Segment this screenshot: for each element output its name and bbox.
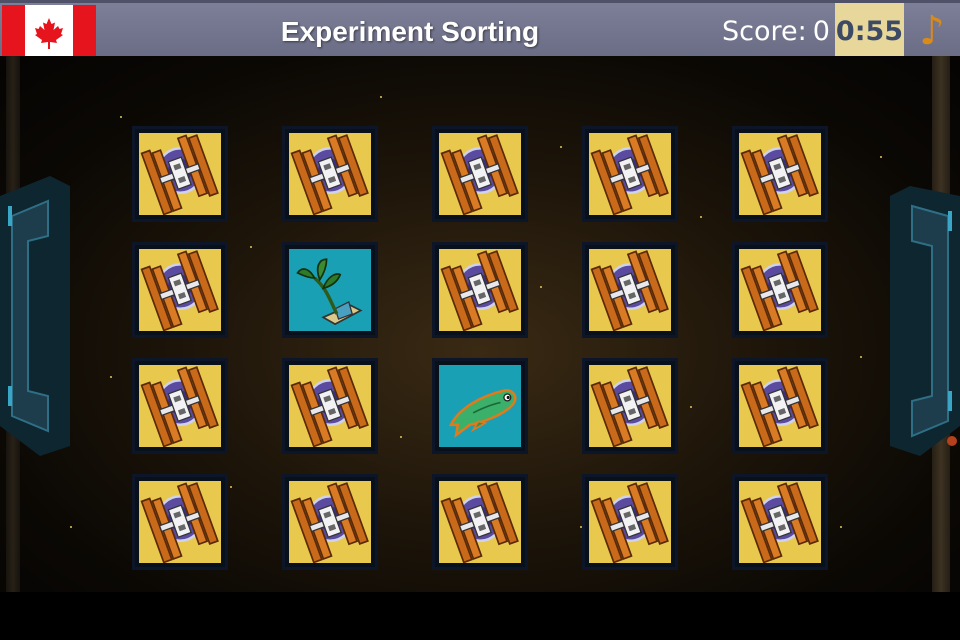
space-station-icon xyxy=(140,250,219,331)
memory-card[interactable] xyxy=(432,126,528,222)
memory-card[interactable] xyxy=(432,358,528,454)
score-label: Score: xyxy=(722,16,807,47)
memory-card[interactable] xyxy=(132,126,228,222)
memory-card[interactable] xyxy=(732,126,828,222)
memory-card[interactable] xyxy=(282,126,378,222)
space-station-icon xyxy=(440,250,519,331)
space-station-icon xyxy=(590,250,669,331)
bottom-strip xyxy=(0,592,960,640)
memory-card[interactable] xyxy=(282,474,378,570)
page-title: Experiment Sorting xyxy=(280,16,540,47)
fish-experiment-icon xyxy=(448,389,517,438)
memory-card[interactable] xyxy=(732,242,828,338)
space-station-icon xyxy=(140,482,219,563)
memory-card[interactable] xyxy=(132,474,228,570)
space-station-icon xyxy=(590,366,669,447)
memory-card[interactable] xyxy=(582,358,678,454)
left-door-frame xyxy=(0,176,70,456)
memory-card[interactable] xyxy=(132,358,228,454)
play-field xyxy=(0,56,960,592)
space-station-icon xyxy=(290,134,369,215)
score-value: 0 xyxy=(812,16,830,47)
memory-card[interactable] xyxy=(432,474,528,570)
space-station-icon xyxy=(440,134,519,215)
space-station-icon xyxy=(440,482,519,563)
space-station-icon xyxy=(590,134,669,215)
space-station-icon xyxy=(740,482,819,563)
space-station-icon xyxy=(740,134,819,215)
memory-card[interactable] xyxy=(282,358,378,454)
memory-card[interactable] xyxy=(582,474,678,570)
space-station-icon xyxy=(740,366,819,447)
score-display: Score: 0 xyxy=(722,16,830,47)
music-note-icon[interactable]: ♪ xyxy=(912,7,952,55)
plant-experiment-icon xyxy=(296,258,363,326)
memory-card[interactable] xyxy=(582,242,678,338)
space-station-icon xyxy=(290,366,369,447)
space-station-icon xyxy=(290,482,369,563)
memory-card[interactable] xyxy=(732,358,828,454)
memory-card[interactable] xyxy=(582,126,678,222)
memory-card[interactable] xyxy=(282,242,378,338)
memory-card[interactable] xyxy=(132,242,228,338)
right-door-frame xyxy=(890,186,960,456)
space-station-icon xyxy=(740,250,819,331)
memory-card[interactable] xyxy=(432,242,528,338)
space-station-icon xyxy=(140,366,219,447)
space-station-icon xyxy=(140,134,219,215)
memory-card[interactable] xyxy=(732,474,828,570)
space-station-icon xyxy=(590,482,669,563)
top-bar: Experiment Sorting Score: 0 0:55 ♪ xyxy=(0,0,960,59)
timer: 0:55 xyxy=(835,3,904,59)
